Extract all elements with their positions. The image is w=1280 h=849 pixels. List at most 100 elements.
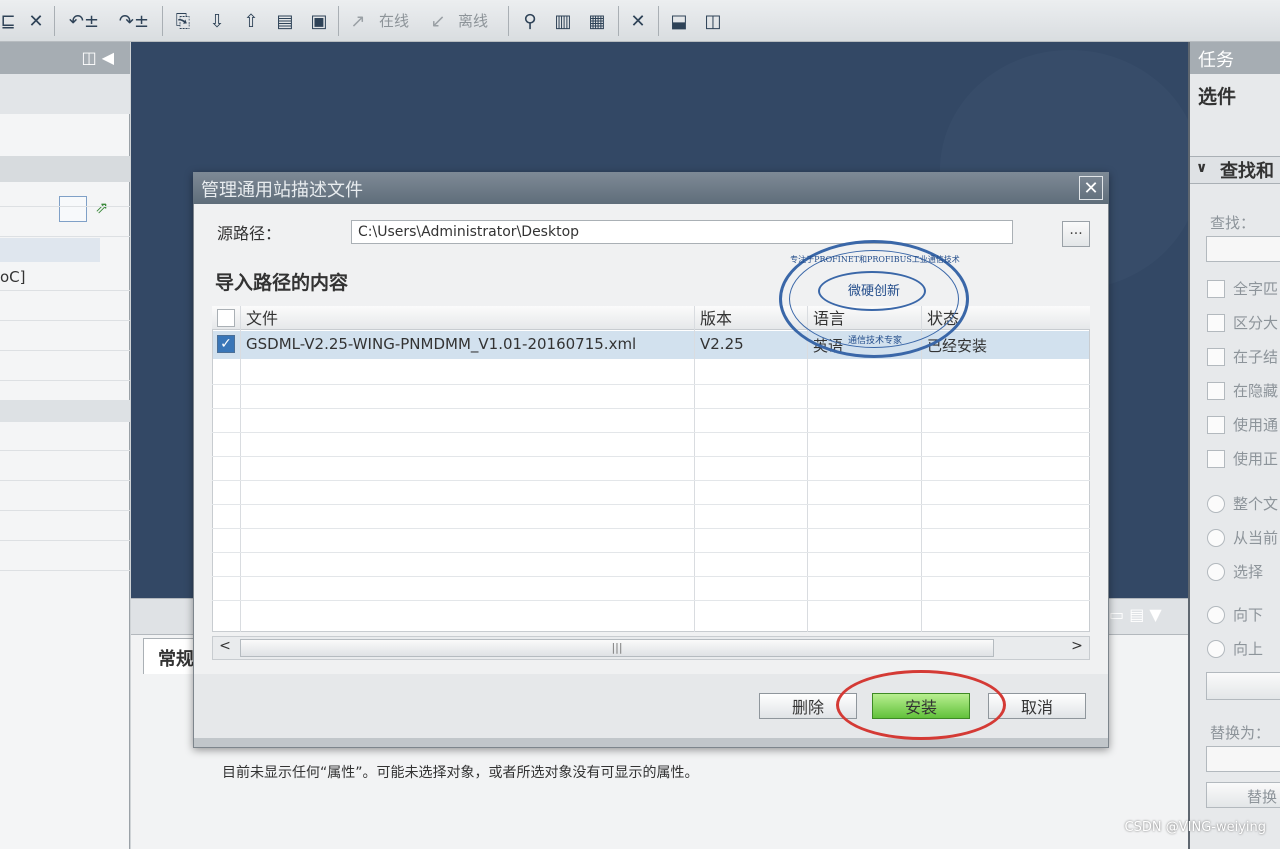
toolbar-partial-icon[interactable]: ⊑ [0, 7, 16, 35]
row-divider [212, 504, 1090, 505]
tree-row-line [0, 540, 130, 541]
tree-row-line [0, 450, 130, 451]
inspector-view-icons[interactable]: ▭ ▤ ▼ [1109, 605, 1162, 624]
row-divider [212, 576, 1090, 577]
source-path-label: 源路径： [217, 224, 282, 243]
match-case-checkbox[interactable] [1207, 314, 1225, 332]
delete-icon[interactable]: ✕ [24, 7, 48, 35]
collapse-panel-icon[interactable]: ◫ ◀ [81, 48, 114, 67]
row-divider [212, 528, 1090, 529]
replace-input[interactable] [1206, 746, 1280, 772]
tree-header-row [0, 156, 130, 182]
from-current-radio[interactable] [1207, 529, 1225, 547]
row-divider [212, 600, 1090, 601]
whole-word-checkbox[interactable] [1207, 280, 1225, 298]
substructures-checkbox[interactable] [1207, 348, 1225, 366]
dialog-title: 管理通用站描述文件 [201, 180, 363, 201]
column-divider [694, 306, 695, 632]
tree-row-line [0, 206, 130, 207]
tree-item-label[interactable]: oC] [0, 268, 26, 286]
direction-down-radio[interactable] [1207, 606, 1225, 624]
tree-row-line [0, 236, 130, 237]
close-editor-icon[interactable]: ✕ [626, 7, 650, 35]
go-online-icon[interactable]: ↗ [346, 7, 370, 35]
scroll-right-icon[interactable]: > [1066, 638, 1088, 658]
row-divider [212, 480, 1090, 481]
go-online-label[interactable]: 在线 [379, 10, 409, 31]
tree-row-line [0, 570, 130, 571]
scroll-left-icon[interactable]: < [214, 638, 236, 658]
row-checkbox[interactable]: ✓ [217, 335, 235, 353]
regex-checkbox[interactable] [1207, 450, 1225, 468]
compare-icon[interactable]: ▦ [584, 7, 610, 35]
undo-icon[interactable]: ↶± [62, 7, 106, 35]
simulation-icon[interactable]: ▤ [272, 7, 298, 35]
split-horizontal-icon[interactable]: ⬓ [666, 7, 692, 35]
column-divider [240, 306, 241, 632]
close-icon[interactable]: ✕ [1079, 176, 1103, 200]
stop-simulation-icon[interactable]: ▣ [306, 7, 332, 35]
browse-button[interactable]: ... [1062, 221, 1090, 247]
find-label: 查找： [1210, 214, 1256, 232]
split-vertical-icon[interactable]: ◫ [700, 7, 726, 35]
hidden-texts-label: 在隐藏 [1233, 382, 1279, 400]
redo-icon[interactable]: ↷± [112, 7, 156, 35]
options-heading[interactable]: 选件 [1190, 82, 1236, 109]
direction-up-label: 向上 [1233, 640, 1264, 658]
add-icon[interactable]: ⇗ [95, 198, 119, 220]
whole-word-label: 全字匹 [1233, 280, 1279, 298]
row-divider [212, 552, 1090, 553]
tree-row-line [0, 290, 130, 291]
tree-selected-row[interactable] [0, 238, 100, 262]
scrollbar-thumb[interactable]: ||| [240, 639, 994, 657]
hidden-texts-checkbox[interactable] [1207, 382, 1225, 400]
download-icon[interactable]: ⇩ [204, 7, 230, 35]
column-header-file[interactable]: 文件 [246, 305, 278, 329]
column-divider [807, 306, 808, 632]
find-replace-section[interactable]: ∨ 查找和 [1190, 156, 1280, 184]
stamp-top-text: 专注于PROFINET和PROFIBUS工业通信技术 [790, 255, 960, 264]
row-divider [212, 384, 1090, 385]
row-version: V2.25 [700, 335, 744, 353]
toolbar-separator [508, 6, 509, 36]
row-divider [212, 456, 1090, 457]
column-header-version[interactable]: 版本 [700, 305, 732, 329]
whole-document-radio[interactable] [1207, 495, 1225, 513]
find-button[interactable] [1206, 672, 1280, 700]
tree-row-line [0, 380, 130, 381]
row-divider [212, 432, 1090, 433]
compile-icon[interactable]: ⎘ [170, 7, 196, 35]
wildcards-label: 使用通 [1233, 416, 1279, 434]
stamp-bottom-text: 通信技术专家 [847, 336, 902, 346]
go-offline-label[interactable]: 离线 [458, 10, 488, 31]
project-tree-header: ◫ ◀ [0, 42, 130, 74]
find-input[interactable] [1206, 236, 1280, 262]
toolbar-separator [338, 6, 339, 36]
match-case-label: 区分大 [1233, 314, 1279, 332]
selection-radio[interactable] [1207, 563, 1225, 581]
replace-label: 替换为： [1210, 724, 1271, 742]
source-path-input[interactable]: C:\Users\Administrator\Desktop [351, 220, 1013, 244]
direction-up-radio[interactable] [1207, 640, 1225, 658]
tree-band-row [0, 400, 130, 422]
regex-label: 使用正 [1233, 450, 1279, 468]
select-all-checkbox[interactable] [217, 309, 235, 327]
view-icon[interactable] [59, 196, 87, 222]
cross-reference-icon[interactable]: ▥ [550, 7, 576, 35]
project-tree-toolbar: ⇗ [0, 74, 130, 222]
selection-label: 选择 [1233, 563, 1264, 581]
inspector-message: 目前未显示任何“属性”。可能未选择对象，或者所选对象没有可显示的属性。 [222, 765, 699, 781]
accessible-devices-icon[interactable]: ⚲ [516, 7, 544, 35]
upload-icon[interactable]: ⇧ [238, 7, 264, 35]
tree-row-line [0, 480, 130, 481]
wildcards-checkbox[interactable] [1207, 416, 1225, 434]
stamp-center-text: 微硬创新 [847, 284, 900, 299]
column-divider [921, 306, 922, 632]
dialog-titlebar: 管理通用站描述文件 ✕ [193, 172, 1109, 204]
replace-button[interactable]: 替换 [1206, 782, 1280, 808]
substructures-label: 在子结 [1233, 348, 1279, 366]
go-offline-icon[interactable]: ↙ [426, 7, 450, 35]
chevron-down-icon[interactable]: ∨ [1196, 160, 1207, 176]
tree-row-line [0, 320, 130, 321]
main-toolbar: ⊑ ✕ ↶± ↷± ⎘ ⇩ ⇧ ▤ ▣ ↗ 在线 ↙ 离线 ⚲ ▥ ▦ ✕ ⬓ … [0, 0, 1280, 42]
